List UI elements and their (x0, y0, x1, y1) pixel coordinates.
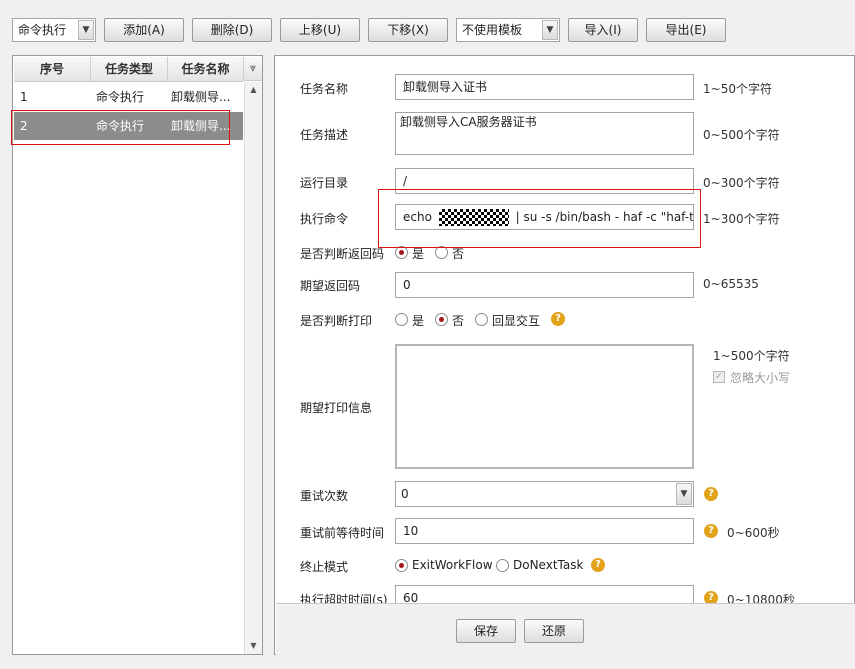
expected-return-input[interactable]: 0 (395, 272, 694, 298)
help-icon[interactable]: ? (704, 591, 718, 603)
expected-return-label: 期望返回码 (300, 279, 361, 293)
move-up-button[interactable]: 上移(U) (280, 18, 360, 42)
import-button[interactable]: 导入(I) (568, 18, 638, 42)
expected-print-textarea[interactable] (395, 344, 694, 469)
retry-count-select[interactable]: 0 ▼ (395, 481, 694, 507)
stop-mode-next-label[interactable]: DoNextTask (513, 558, 583, 572)
retry-count-value: 0 (401, 487, 409, 501)
retry-wait-input[interactable]: 10 (395, 518, 694, 544)
check-print-interactive-label[interactable]: 回显交互 (492, 312, 540, 329)
chevron-down-icon[interactable]: ▼ (542, 20, 558, 40)
template-value: 不使用模板 (462, 23, 523, 37)
task-detail-panel: 任务名称 卸载侧导入证书 1~50个字符 任务描述 卸载侧导入CA服务器证书 0… (274, 55, 855, 656)
delete-button[interactable]: 删除(D) (192, 18, 272, 42)
vertical-scrollbar[interactable]: ▲ ▼ (244, 82, 262, 654)
command-label: 执行命令 (300, 212, 349, 226)
run-dir-hint: 0~300个字符 (703, 176, 780, 190)
task-type-select[interactable]: 命令执行 ▼ (12, 18, 96, 42)
stop-mode-label: 终止模式 (300, 560, 349, 574)
task-type-value: 命令执行 (18, 23, 67, 37)
table-row[interactable]: 1 命令执行 卸载侧导... (14, 83, 243, 111)
scroll-up-icon[interactable]: ▲ (245, 82, 262, 98)
stop-mode-exit-label[interactable]: ExitWorkFlow (412, 558, 493, 572)
check-print-interactive-radio[interactable] (475, 313, 488, 326)
expected-return-hint: 0~65535 (703, 277, 759, 291)
row-index: 1 (20, 90, 28, 104)
task-desc-hint: 0~500个字符 (703, 128, 780, 142)
timeout-label: 执行超时时间(s) (300, 593, 388, 603)
stop-mode-exit-radio[interactable] (395, 559, 408, 572)
retry-count-label: 重试次数 (300, 489, 349, 503)
task-name-input[interactable]: 卸载侧导入证书 (395, 74, 694, 100)
column-header-type[interactable]: 任务类型 (91, 57, 168, 81)
highlight-box (378, 189, 701, 248)
chevron-down-icon[interactable]: ▼ (78, 20, 94, 40)
help-icon[interactable]: ? (704, 524, 718, 538)
expected-print-hint: 1~500个字符 (713, 349, 790, 363)
restore-button[interactable]: 还原 (524, 619, 584, 643)
ignore-case-checkbox[interactable]: ✓ (713, 371, 725, 383)
form-footer: 保存 还原 (276, 603, 855, 656)
timeout-hint: 0~10800秒 (727, 593, 795, 603)
form-area: 任务名称 卸载侧导入证书 1~50个字符 任务描述 卸载侧导入CA服务器证书 0… (276, 57, 855, 603)
task-name-hint: 1~50个字符 (703, 82, 772, 96)
expected-print-label: 期望打印信息 (300, 401, 373, 415)
column-header-name[interactable]: 任务名称 (168, 57, 243, 81)
task-desc-label: 任务描述 (300, 128, 349, 142)
column-header-index[interactable]: 序号 (14, 57, 91, 81)
export-button[interactable]: 导出(E) (646, 18, 726, 42)
move-down-button[interactable]: 下移(X) (368, 18, 448, 42)
chevron-down-icon[interactable]: ▼ (676, 483, 692, 505)
timeout-input[interactable]: 60 (395, 585, 694, 603)
help-icon[interactable]: ? (551, 312, 565, 326)
add-button[interactable]: 添加(A) (104, 18, 184, 42)
template-select[interactable]: 不使用模板 ▼ (456, 18, 560, 42)
column-menu-icon[interactable]: ⩔ (243, 57, 262, 81)
ignore-case-label[interactable]: 忽略大小写 (730, 369, 790, 386)
check-print-label: 是否判断打印 (300, 314, 373, 328)
check-print-no-radio[interactable] (435, 313, 448, 326)
task-name-label: 任务名称 (300, 82, 349, 96)
row-type: 命令执行 (96, 90, 145, 104)
help-icon[interactable]: ? (704, 487, 718, 501)
stop-mode-next-radio[interactable] (496, 559, 509, 572)
check-return-label: 是否判断返回码 (300, 247, 385, 261)
task-desc-textarea[interactable]: 卸载侧导入CA服务器证书 (395, 112, 694, 155)
grid-header: 序号 任务类型 任务名称 (14, 57, 243, 82)
help-icon[interactable]: ? (591, 558, 605, 572)
run-dir-label: 运行目录 (300, 176, 349, 190)
scroll-down-icon[interactable]: ▼ (245, 638, 262, 654)
command-hint: 1~300个字符 (703, 212, 780, 226)
check-print-yes-radio[interactable] (395, 313, 408, 326)
check-print-yes-label[interactable]: 是 (412, 312, 424, 329)
retry-wait-label: 重试前等待时间 (300, 526, 385, 540)
row-name: 卸载侧导... (171, 90, 231, 104)
save-button[interactable]: 保存 (456, 619, 516, 643)
highlight-box (11, 110, 230, 145)
check-print-no-label[interactable]: 否 (452, 312, 464, 329)
task-list-panel: 序号 任务类型 任务名称 ⩔ 1 命令执行 卸载侧导... 2 命令执行 卸载侧… (12, 55, 263, 655)
retry-wait-hint: 0~600秒 (727, 526, 780, 540)
